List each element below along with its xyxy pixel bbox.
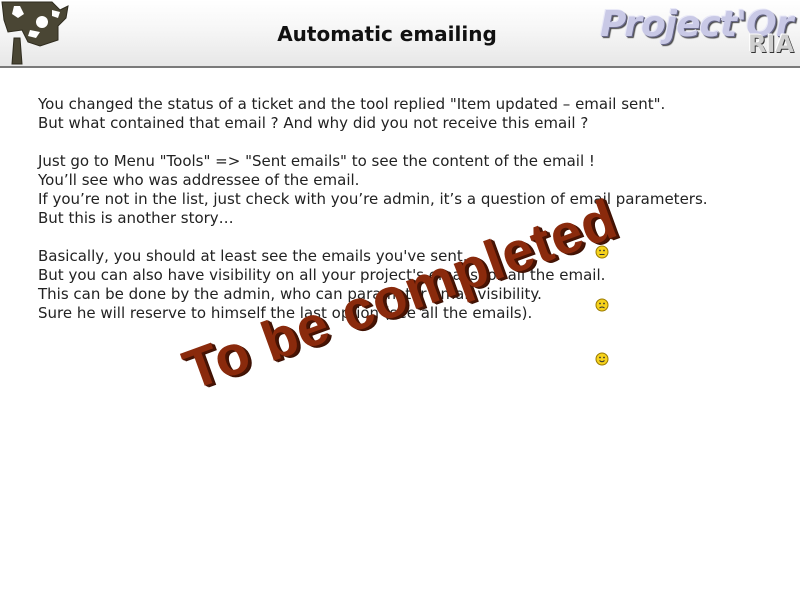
brand-logo-subtext: RIA xyxy=(748,30,794,58)
text-line: You changed the status of a ticket and t… xyxy=(38,95,666,113)
text-line: But this is another story… xyxy=(38,209,234,227)
smiley-confused-icon xyxy=(595,298,609,312)
text-line: You’ll see who was addressee of the emai… xyxy=(38,171,360,189)
brand-logo: Project'Or RIA xyxy=(600,4,798,60)
text-line: If you’re not in the list, just check wi… xyxy=(38,190,708,208)
text-line: But what contained that email ? And why … xyxy=(38,114,589,132)
slide-header: Automatic emailing Project'Or RIA xyxy=(0,0,800,68)
smiley-happy-icon xyxy=(595,352,609,366)
paragraph: You changed the status of a ticket and t… xyxy=(38,95,778,133)
paragraph: Just go to Menu "Tools" => "Sent emails"… xyxy=(38,152,778,228)
text-line: Just go to Menu "Tools" => "Sent emails"… xyxy=(38,152,595,170)
